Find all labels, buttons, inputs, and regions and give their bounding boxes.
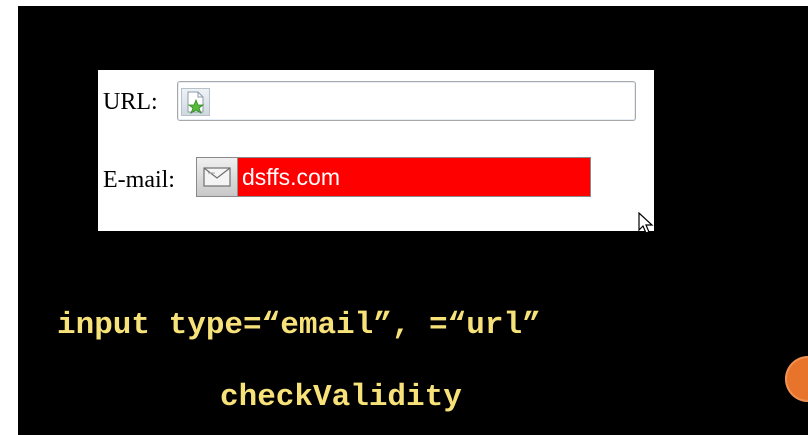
email-input[interactable]: dsffs.com	[196, 157, 591, 197]
caption-input-types: input type=“email”, =“url”	[57, 308, 541, 343]
url-page-icon	[181, 88, 210, 116]
caption-check-validity: checkValidity	[220, 380, 462, 415]
url-input[interactable]	[177, 81, 636, 121]
mouse-pointer-icon	[638, 211, 658, 234]
email-envelope-icon	[197, 158, 238, 196]
form-screenshot: URL: E-mail: dsffs.com	[98, 70, 654, 234]
email-input-value: dsffs.com	[242, 164, 340, 190]
url-label: URL:	[103, 89, 158, 115]
email-label: E-mail:	[103, 167, 175, 193]
